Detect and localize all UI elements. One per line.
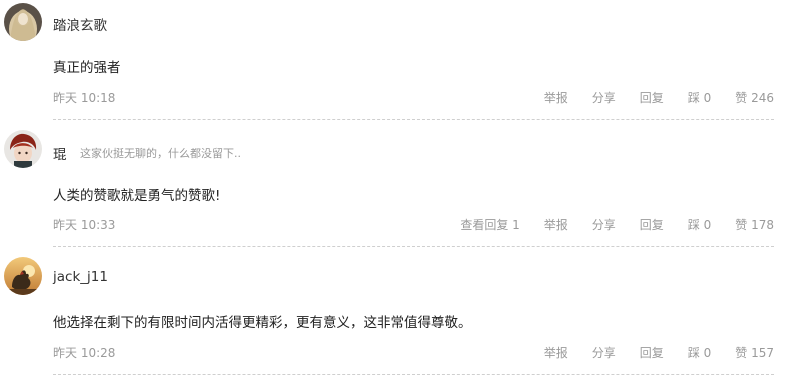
reply-button[interactable]: 回复 [640,216,664,233]
username[interactable]: 踏浪玄歌 [53,14,107,34]
comment-actions: 举报 分享 回复 踩 0 赞 246 [544,89,774,106]
reply-button[interactable]: 回复 [640,89,664,106]
share-button[interactable]: 分享 [592,216,616,233]
user-bio: 这家伙挺无聊的，什么都没留下.. [80,147,241,160]
divider [53,246,774,247]
comment-meta: 昨天 10:18 举报 分享 回复 踩 0 赞 246 [53,89,774,105]
report-button[interactable]: 举报 [544,216,568,233]
comment-actions: 举报 分享 回复 踩 0 赞 157 [544,344,774,361]
comment-meta: 昨天 10:28 举报 分享 回复 踩 0 赞 157 [53,344,774,360]
like-button[interactable]: 赞 178 [735,216,774,233]
dislike-button[interactable]: 踩 0 [688,216,711,233]
reply-button[interactable]: 回复 [640,344,664,361]
avatar-rooster-sunset-icon [4,257,42,295]
report-button[interactable]: 举报 [544,344,568,361]
divider [53,374,774,375]
avatar-anime-red-hair-icon [4,130,42,168]
timestamp: 昨天 10:18 [53,91,116,105]
like-button[interactable]: 赞 157 [735,344,774,361]
dislike-button[interactable]: 踩 0 [688,89,711,106]
divider [53,119,774,120]
dislike-button[interactable]: 踩 0 [688,344,711,361]
comment-actions: 查看回复 1 举报 分享 回复 踩 0 赞 178 [460,216,774,233]
avatar[interactable] [4,3,42,41]
share-button[interactable]: 分享 [592,89,616,106]
avatar-blonde-hair-icon [4,3,42,41]
like-button[interactable]: 赞 246 [735,89,774,106]
username[interactable]: jack_j11 [53,269,108,285]
comment-meta: 昨天 10:33 查看回复 1 举报 分享 回复 踩 0 赞 178 [53,216,774,232]
timestamp: 昨天 10:33 [53,218,116,232]
report-button[interactable]: 举报 [544,89,568,106]
comment-text: 他选择在剩下的有限时间内活得更精彩，更有意义，这非常值得尊敬。 [53,315,472,331]
timestamp: 昨天 10:28 [53,346,116,360]
view-replies-button[interactable]: 查看回复 1 [460,216,519,233]
username[interactable]: 琨 [53,143,67,163]
comment-text: 真正的强者 [53,60,121,76]
comment-text: 人类的赞歌就是勇气的赞歌! [53,188,221,204]
avatar[interactable] [4,257,42,295]
share-button[interactable]: 分享 [592,344,616,361]
avatar[interactable] [4,130,42,168]
